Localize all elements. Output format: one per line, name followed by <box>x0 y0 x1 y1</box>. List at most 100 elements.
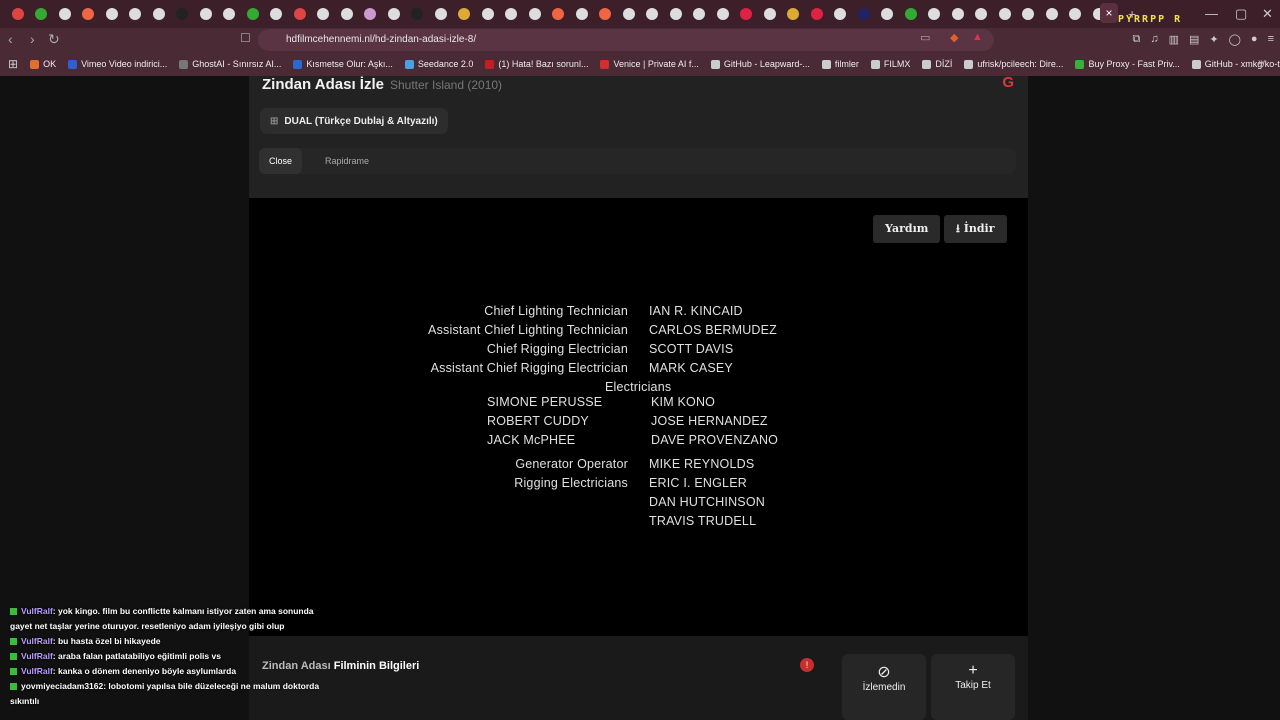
tab-favicon[interactable] <box>834 8 846 20</box>
more-bookmarks-icon[interactable]: » <box>1258 57 1264 68</box>
tab-favicon[interactable] <box>669 8 682 20</box>
dual-audio-button[interactable]: ⊞ DUAL (Türkçe Dublaj & Altyazılı) <box>260 108 448 134</box>
close-window-icon[interactable]: ✕ <box>1262 6 1273 22</box>
tab-favicon[interactable] <box>411 8 423 20</box>
extensions-icon[interactable]: ⧉ <box>1132 33 1140 46</box>
tab-favicon[interactable] <box>505 8 517 20</box>
tab-favicon[interactable] <box>716 8 729 20</box>
bookmark-item[interactable]: Vimeo Video indirici... <box>68 59 167 69</box>
tab-favicon[interactable] <box>928 8 940 20</box>
tab-favicon[interactable] <box>528 8 541 20</box>
bookmark-item[interactable]: GhostAI - Sınırsız AI... <box>179 59 281 69</box>
tab-favicon[interactable] <box>434 8 447 20</box>
tab-favicon[interactable] <box>787 8 799 20</box>
download-button[interactable]: ⭳ İndir <box>944 215 1007 243</box>
tab-favicon[interactable] <box>763 8 776 20</box>
bookmark-icon[interactable]: ☐ <box>240 31 251 45</box>
movie-info-bar: Zindan Adası Filminin Bilgileri ! ⊘ İzlem… <box>249 636 1028 720</box>
google-icon[interactable]: G <box>1002 74 1014 91</box>
active-tab-close-button[interactable]: × <box>1100 3 1118 23</box>
tab-favicon[interactable] <box>246 8 259 20</box>
bookmark-item[interactable]: Seedance 2.0 <box>404 59 473 69</box>
tab-favicon[interactable] <box>270 8 282 20</box>
tab-favicon[interactable] <box>223 8 235 20</box>
bookmark-item[interactable]: Venice | Private AI f... <box>600 59 699 69</box>
tab-favicon[interactable] <box>740 8 752 20</box>
tab-favicon[interactable] <box>82 8 94 20</box>
tab-favicon[interactable] <box>293 8 306 20</box>
tab-favicon[interactable] <box>599 8 611 20</box>
tab-favicon[interactable] <box>481 8 494 20</box>
source-rapidrame-tab[interactable]: Rapidrame <box>325 148 369 174</box>
chat-text: : yok kingo. film bu conflictte kalmanı … <box>10 606 314 631</box>
bookmark-item[interactable]: OK <box>30 59 56 69</box>
brave-rewards-icon[interactable]: ▲ <box>972 31 983 43</box>
back-icon[interactable]: ‹ <box>8 31 13 47</box>
tab-favicon[interactable] <box>857 8 870 20</box>
tab-favicon[interactable] <box>340 8 353 20</box>
source-close-tab[interactable]: Close <box>259 148 303 174</box>
apps-icon[interactable]: ⊞ <box>8 57 18 71</box>
bookmark-item[interactable]: FILMX <box>870 59 910 69</box>
tab-favicon[interactable] <box>810 8 823 20</box>
tab-favicon[interactable] <box>622 8 635 20</box>
credit-line: Assistant Chief Lighting Technician <box>428 323 628 337</box>
tab-favicon[interactable] <box>951 8 964 20</box>
tab-favicon[interactable] <box>152 8 165 20</box>
maximize-icon[interactable]: ▢ <box>1235 6 1247 22</box>
bookmark-icon <box>600 59 610 69</box>
tab-favicon[interactable] <box>105 8 118 20</box>
forward-icon[interactable]: › <box>30 31 35 47</box>
bookmark-icon <box>485 59 495 69</box>
url-text[interactable]: hdfilmcehennemi.nl/hd-zindan-adasi-izle-… <box>286 34 476 45</box>
tab-favicon[interactable] <box>176 8 188 20</box>
sidebar-icon[interactable]: ▥ <box>1169 33 1179 46</box>
brave-shield-icon[interactable]: ◆ <box>950 31 958 44</box>
bookmark-item[interactable]: filmler <box>821 59 859 69</box>
bookmark-item[interactable]: Kısmetse Olur: Aşkı... <box>293 59 393 69</box>
tab-favicon[interactable] <box>129 8 141 20</box>
bookmark-item[interactable]: DİZİ <box>922 59 952 69</box>
bookmark-item[interactable]: ufrisk/pcileech: Dire... <box>964 59 1063 69</box>
menu-icon[interactable]: ≡ <box>1268 33 1274 46</box>
tab-favicon[interactable] <box>693 8 705 20</box>
tab-favicon[interactable] <box>975 8 987 20</box>
video-player[interactable]: Yardım ⭳ İndir Chief Lighting Technician… <box>249 198 1028 636</box>
tab-favicon[interactable] <box>11 8 24 20</box>
source-selector: Close Rapidrame <box>259 148 1016 174</box>
wallet-icon[interactable]: ▤ <box>1189 33 1199 46</box>
bookmark-item[interactable]: GitHub - xmkg/ko-t... <box>1191 59 1280 69</box>
watched-button[interactable]: ⊘ İzlemedin <box>842 654 926 720</box>
tab-favicon[interactable] <box>387 8 400 20</box>
original-title: Shutter Island (2010) <box>389 78 503 92</box>
profile-icon[interactable]: ● <box>1251 33 1258 46</box>
ai-icon[interactable]: ✦ <box>1209 33 1218 46</box>
bookmark-item[interactable]: (1) Hata! Bazı sorunl... <box>485 59 588 69</box>
vpn-icon[interactable]: ◯ <box>1229 33 1241 46</box>
tab-favicon[interactable] <box>1022 8 1034 20</box>
tab-favicon[interactable] <box>35 8 47 20</box>
cast-icon[interactable]: ▭ <box>920 31 930 44</box>
alert-icon[interactable]: ! <box>800 658 814 672</box>
tab-favicon[interactable] <box>458 8 470 20</box>
tab-favicon[interactable] <box>998 8 1011 20</box>
minimize-icon[interactable]: — <box>1205 6 1218 21</box>
tab-favicon[interactable] <box>881 8 893 20</box>
follow-button[interactable]: + Takip Et <box>931 654 1015 720</box>
tab-favicon[interactable] <box>904 8 917 20</box>
bookmark-label: Buy Proxy - Fast Priv... <box>1088 59 1180 69</box>
help-button[interactable]: Yardım <box>873 215 941 243</box>
tab-favicon[interactable] <box>317 8 329 20</box>
tab-favicon[interactable] <box>552 8 564 20</box>
tab-favicon[interactable] <box>1069 8 1081 20</box>
tab-favicon[interactable] <box>199 8 212 20</box>
tab-favicon[interactable] <box>575 8 588 20</box>
music-icon[interactable]: ♫ <box>1150 33 1158 46</box>
bookmark-item[interactable]: GitHub - Leapward-... <box>710 59 810 69</box>
reload-icon[interactable]: ↻ <box>48 31 60 48</box>
tab-favicon[interactable] <box>1045 8 1058 20</box>
tab-favicon[interactable] <box>646 8 658 20</box>
bookmark-item[interactable]: Buy Proxy - Fast Priv... <box>1075 59 1180 69</box>
tab-favicon[interactable] <box>364 8 376 20</box>
tab-favicon[interactable] <box>58 8 71 20</box>
